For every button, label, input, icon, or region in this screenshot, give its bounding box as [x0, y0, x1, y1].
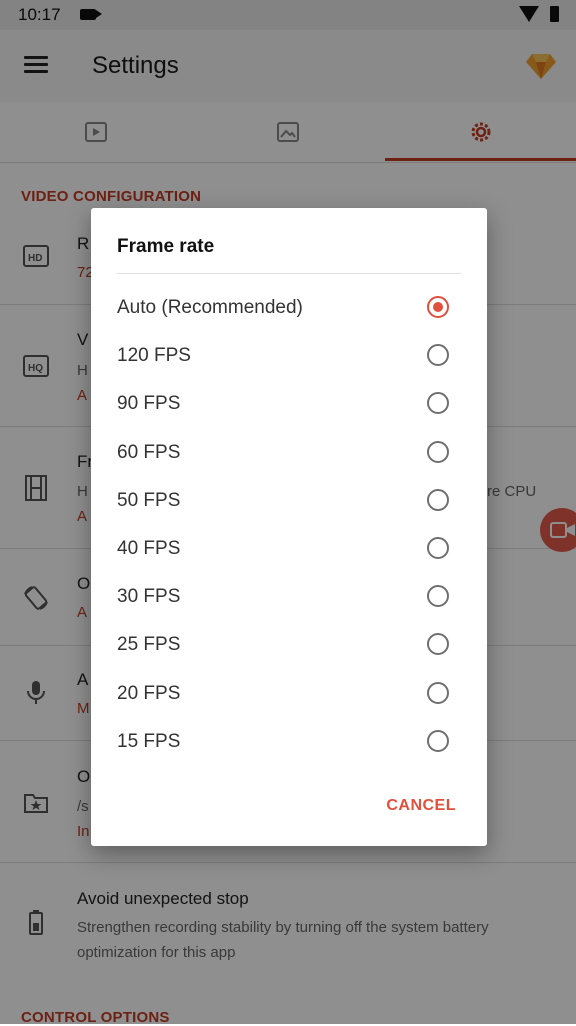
- dialog-title: Frame rate: [117, 236, 215, 257]
- frame-rate-option[interactable]: Auto (Recommended): [91, 286, 487, 334]
- radio-unselected[interactable]: [427, 633, 449, 656]
- option-label: 15 FPS: [117, 730, 181, 752]
- frame-rate-option[interactable]: 30 FPS: [91, 575, 487, 623]
- option-label: 120 FPS: [117, 345, 191, 367]
- frame-rate-option[interactable]: 25 FPS: [91, 623, 487, 671]
- frame-rate-option[interactable]: 90 FPS: [91, 382, 487, 430]
- radio-unselected[interactable]: [427, 537, 449, 559]
- option-label: 30 FPS: [117, 586, 181, 608]
- option-label: 90 FPS: [117, 393, 181, 415]
- radio-unselected[interactable]: [427, 585, 449, 608]
- option-label: Auto (Recommended): [117, 297, 303, 318]
- option-label: 50 FPS: [117, 489, 181, 511]
- radio-unselected[interactable]: [427, 729, 449, 752]
- radio-unselected[interactable]: [427, 392, 449, 415]
- frame-rate-option[interactable]: 60 FPS: [91, 431, 487, 479]
- radio-unselected[interactable]: [427, 681, 449, 704]
- option-label: 40 FPS: [117, 538, 181, 559]
- dialog-separator: [117, 273, 461, 274]
- frame-rate-dialog: Frame rate Auto (Recommended) 120 FPS 90 F…: [91, 208, 487, 846]
- frame-rate-option[interactable]: 50 FPS: [91, 479, 487, 527]
- radio-unselected[interactable]: [427, 488, 449, 511]
- radio-selected[interactable]: [427, 296, 449, 318]
- option-label: 60 FPS: [117, 441, 181, 463]
- radio-unselected[interactable]: [427, 440, 449, 463]
- option-label: 20 FPS: [117, 682, 181, 704]
- frame-rate-option[interactable]: 40 FPS: [91, 527, 487, 575]
- cancel-button[interactable]: CANCEL: [386, 797, 456, 815]
- frame-rate-option[interactable]: 15 FPS: [91, 720, 487, 768]
- frame-rate-option[interactable]: 120 FPS: [91, 334, 487, 382]
- radio-unselected[interactable]: [427, 344, 449, 367]
- option-label: 25 FPS: [117, 634, 181, 656]
- frame-rate-option[interactable]: 20 FPS: [91, 672, 487, 720]
